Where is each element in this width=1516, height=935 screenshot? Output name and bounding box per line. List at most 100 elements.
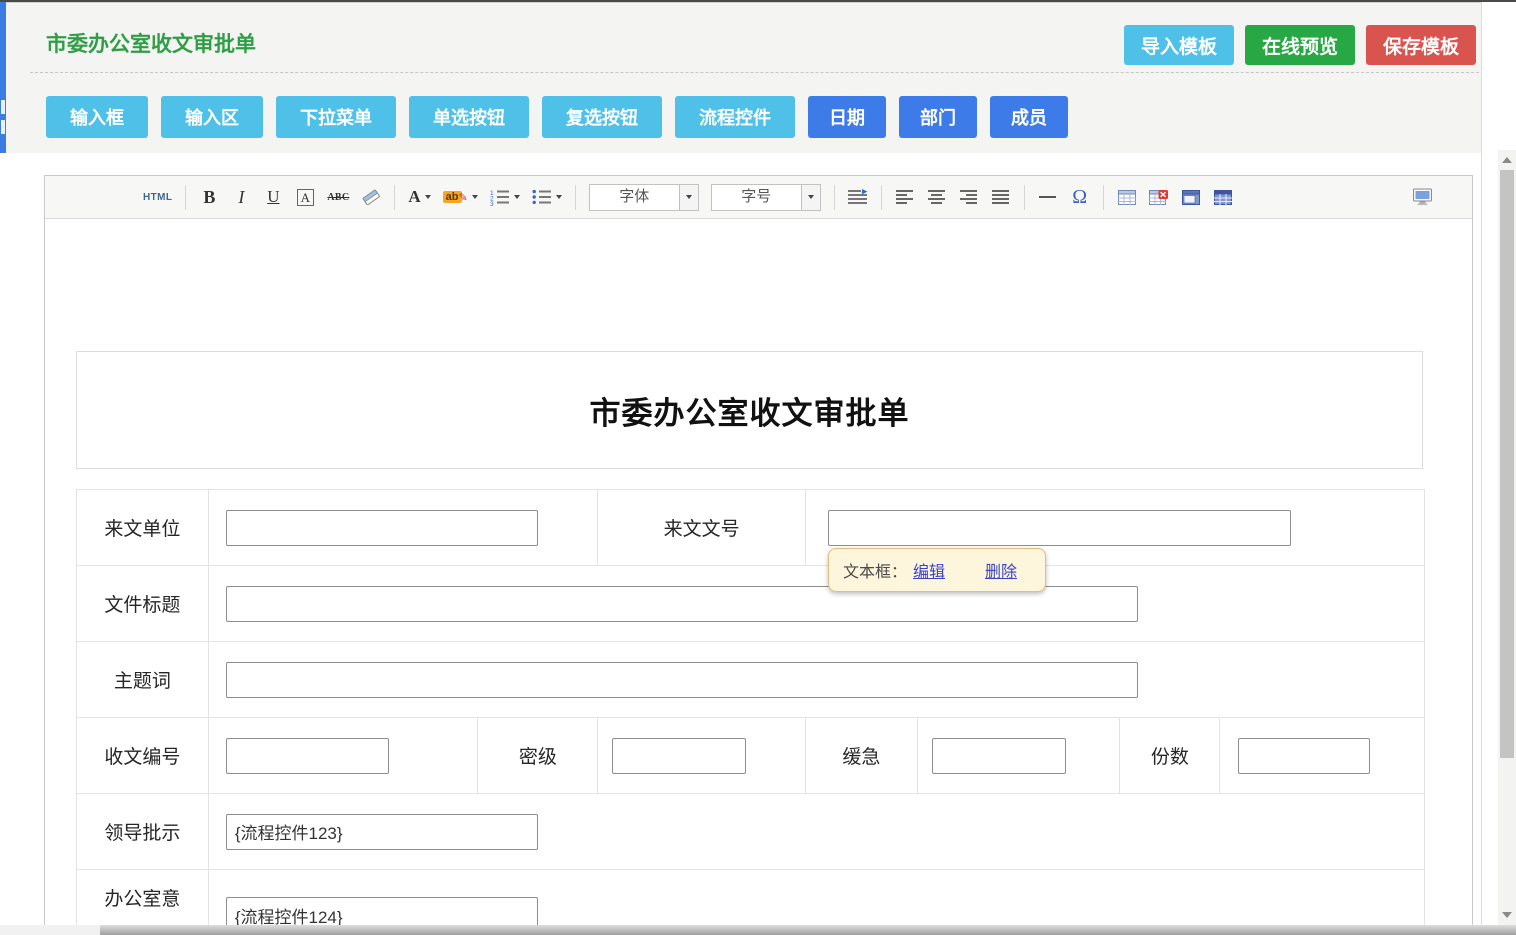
chevron-down-icon[interactable] [801,185,820,210]
align-center-button[interactable] [924,182,950,212]
ordered-list-button[interactable]: 123 [487,182,523,212]
background-fragment [1,120,5,134]
table-cell-properties-button[interactable] [1178,182,1204,212]
label-source-number: 来文文号 [598,490,806,565]
edit-link[interactable]: 编辑 [913,558,945,582]
align-right-button[interactable] [956,182,982,212]
cell-receive-number [209,718,479,793]
font-frame-button[interactable]: A [292,182,318,212]
subject-words-input[interactable] [226,662,1138,698]
horizontal-scrollbar-thumb[interactable] [100,925,1516,935]
fullscreen-button[interactable] [1409,182,1436,212]
cell-security-level [598,718,806,793]
font-color-button[interactable]: A [405,182,433,212]
vertical-scrollbar-thumb[interactable] [1500,170,1514,758]
strikethrough-button[interactable]: ABC [324,182,352,212]
component-input-area-button[interactable]: 输入区 [161,96,263,138]
save-template-button[interactable]: 保存模板 [1366,25,1476,65]
approval-form-table: 来文单位 来文文号 文件标题 主题词 [76,489,1425,925]
delete-table-button[interactable] [1146,182,1172,212]
source-number-input[interactable] [828,510,1291,546]
svg-text:3: 3 [490,201,494,206]
chevron-down-icon [472,195,478,199]
document-title-block[interactable]: 市委办公室收文审批单 [76,351,1423,469]
dashed-divider [30,72,1479,73]
insert-table-button[interactable] [1114,182,1140,212]
component-member-button[interactable]: 成员 [990,96,1068,138]
cell-leader-instructions [209,794,1424,869]
scroll-down-arrow[interactable] [1498,907,1516,923]
header-actions: 导入模板 在线预览 保存模板 [1124,25,1476,65]
receive-number-input[interactable] [226,738,389,774]
textbox-context-tooltip: 文本框： 编辑 删除 [828,548,1046,592]
component-input-box-button[interactable]: 输入框 [46,96,148,138]
italic-button[interactable]: I [228,182,254,212]
cell-copies [1220,718,1424,793]
template-editor-header: 市委办公室收文审批单 导入模板 在线预览 保存模板 输入框 输入区 下拉菜单 单… [6,2,1481,153]
component-date-button[interactable]: 日期 [808,96,886,138]
table-row: 办公室意 [77,870,1424,925]
remove-format-eraser-icon[interactable] [358,182,384,212]
font-size-select[interactable]: 字号 [711,184,821,211]
urgency-input[interactable] [932,738,1066,774]
underline-button[interactable]: U [260,182,286,212]
cell-subject-words [209,642,1424,717]
align-left-button[interactable] [892,182,918,212]
chevron-down-icon [425,195,431,199]
table-row: 收文编号 密级 缓急 份数 [77,718,1424,794]
label-file-title: 文件标题 [77,566,209,641]
delete-link[interactable]: 删除 [985,558,1017,582]
cell-urgency [918,718,1121,793]
page-title: 市委办公室收文审批单 [46,28,256,58]
editor-document[interactable]: 市委办公室收文审批单 来文单位 来文文号 文件标题 [45,220,1472,925]
toolbar-separator [575,185,576,210]
document-title: 市委办公室收文审批单 [590,388,910,433]
label-copies: 份数 [1120,718,1220,793]
chevron-down-icon [556,195,562,199]
label-security-level: 密级 [478,718,598,793]
chevron-down-icon[interactable] [679,185,698,210]
source-unit-input[interactable] [226,510,538,546]
horizontal-scrollbar[interactable] [0,925,1516,935]
bold-button[interactable]: B [196,182,222,212]
cell-office-opinion [209,870,1424,925]
table-row: 主题词 [77,642,1424,718]
unordered-list-button[interactable] [529,182,565,212]
horizontal-rule-button[interactable] [1035,182,1061,212]
rich-text-editor: HTML B I U A ABC A ab✎ 123 字体 [44,175,1473,925]
table-row: 来文单位 来文文号 [77,490,1424,566]
component-flow-control-button[interactable]: 流程控件 [675,96,795,138]
leader-instructions-input[interactable] [226,814,538,850]
tooltip-label: 文本框： [843,558,907,582]
cell-file-title [209,566,1424,641]
component-department-button[interactable]: 部门 [899,96,977,138]
panel-right-border [1481,2,1482,925]
indent-button[interactable] [845,182,871,212]
toolbar-separator [185,185,186,210]
table-properties-button[interactable] [1210,182,1236,212]
toolbar-separator [881,185,882,210]
office-opinion-input[interactable] [226,897,538,925]
component-radio-button[interactable]: 单选按钮 [409,96,529,138]
scroll-up-arrow[interactable] [1498,152,1516,168]
highlight-color-button[interactable]: ab✎ [440,182,481,212]
special-character-button[interactable]: Ω [1067,182,1093,212]
security-level-input[interactable] [612,738,746,774]
component-dropdown-button[interactable]: 下拉菜单 [276,96,396,138]
component-checkbox-button[interactable]: 复选按钮 [542,96,662,138]
pencil-icon: ✎ [459,191,468,204]
table-row: 领导批示 [77,794,1424,870]
vertical-scrollbar[interactable] [1498,150,1516,925]
form-component-buttons: 输入框 输入区 下拉菜单 单选按钮 复选按钮 流程控件 日期 部门 成员 [46,96,1068,138]
label-source-unit: 来文单位 [77,490,209,565]
online-preview-button[interactable]: 在线预览 [1245,25,1355,65]
chevron-down-icon [514,195,520,199]
copies-input[interactable] [1238,738,1370,774]
align-justify-button[interactable] [988,182,1014,212]
background-fragment [1,100,5,114]
font-family-select[interactable]: 字体 [589,184,699,211]
label-leader-instructions: 领导批示 [77,794,209,869]
table-row: 文件标题 [77,566,1424,642]
import-template-button[interactable]: 导入模板 [1124,25,1234,65]
html-source-button[interactable]: HTML [140,182,175,212]
